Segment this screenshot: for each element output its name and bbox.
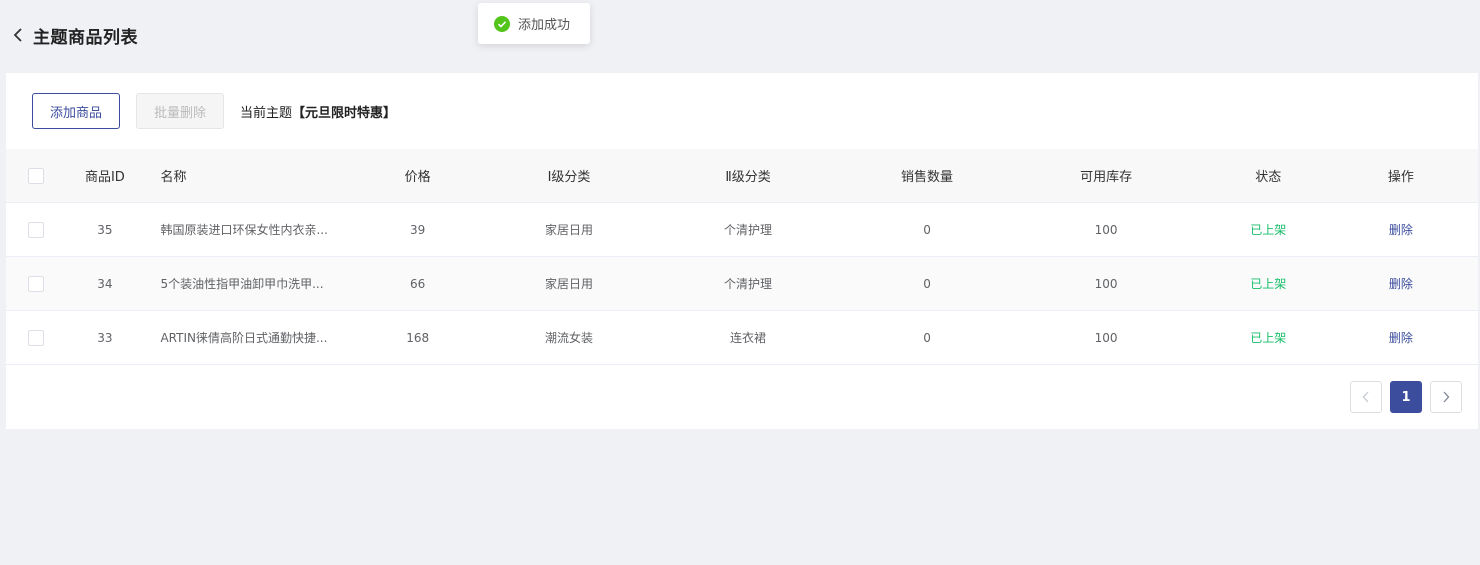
select-all-checkbox[interactable] (27, 167, 44, 184)
chevron-left-icon (1362, 391, 1369, 403)
product-price: 66 (410, 276, 426, 291)
toast-message: 添加成功 (518, 18, 571, 33)
sales-count: 0 (923, 330, 931, 345)
theme-name: 【元旦限时特惠】 (292, 105, 397, 121)
page-header: 主题商品列表 (0, 0, 1480, 70)
add-product-button[interactable]: 添加商品 (32, 93, 120, 129)
column-header: 价格 (404, 170, 431, 185)
column-header: 状态 (1255, 170, 1282, 185)
product-table: 商品ID 名称 价格 Ⅰ级分类 Ⅱ级分类 销售数量 可用库存 状态 操作 35 … (6, 149, 1478, 365)
category-level-1: 家居日用 (544, 223, 593, 237)
row-checkbox[interactable] (27, 221, 44, 238)
column-header: 销售数量 (901, 170, 954, 185)
column-header: 操作 (1387, 170, 1414, 185)
product-id: 35 (97, 222, 113, 237)
column-header: Ⅰ级分类 (547, 170, 591, 185)
product-name: 韩国原装进口环保女性内衣亲... (160, 223, 328, 237)
product-name: ARTIN徕倩高阶日式通勤快捷... (160, 331, 328, 345)
row-checkbox[interactable] (27, 275, 44, 292)
available-stock: 100 (1094, 222, 1118, 237)
next-page-button[interactable] (1430, 381, 1462, 413)
page-title: 主题商品列表 (33, 27, 138, 48)
status-badge: 已上架 (1250, 277, 1287, 291)
category-level-1: 潮流女装 (544, 331, 593, 345)
toolbar: 添加商品 批量删除 当前主题 【元旦限时特惠】 (32, 93, 396, 129)
table-row: 33 ARTIN徕倩高阶日式通勤快捷... 168 潮流女装 连衣裙 0 100… (6, 311, 1478, 365)
product-price: 39 (410, 222, 426, 237)
product-id: 33 (97, 330, 113, 345)
page-number-button[interactable]: 1 (1390, 381, 1422, 413)
table-row: 35 韩国原装进口环保女性内衣亲... 39 家居日用 个清护理 0 100 已… (6, 203, 1478, 257)
batch-delete-button[interactable]: 批量删除 (136, 93, 224, 129)
category-level-1: 家居日用 (544, 277, 593, 291)
theme-prefix: 当前主题 (240, 105, 293, 121)
category-level-2: 连衣裙 (730, 331, 767, 345)
delete-link[interactable]: 删除 (1389, 329, 1413, 346)
category-level-2: 个清护理 (724, 223, 773, 237)
column-header: 商品ID (84, 170, 125, 185)
prev-page-button[interactable] (1350, 381, 1382, 413)
row-checkbox[interactable] (27, 329, 44, 346)
category-level-2: 个清护理 (724, 277, 773, 291)
chevron-right-icon (1443, 391, 1450, 403)
status-badge: 已上架 (1250, 223, 1287, 237)
success-toast: 添加成功 (478, 3, 590, 44)
product-name: 5个装油性指甲油卸甲巾洗甲... (160, 277, 324, 291)
column-header: 可用库存 (1080, 170, 1133, 185)
column-header: Ⅱ级分类 (725, 170, 771, 185)
available-stock: 100 (1094, 276, 1118, 291)
product-id: 34 (97, 276, 113, 291)
check-circle-icon (494, 15, 510, 32)
available-stock: 100 (1094, 330, 1118, 345)
product-price: 168 (406, 330, 430, 345)
pagination: 1 (1342, 381, 1462, 413)
table-header: 商品ID 名称 价格 Ⅰ级分类 Ⅱ级分类 销售数量 可用库存 状态 操作 (6, 149, 1478, 203)
chevron-left-icon[interactable] (12, 27, 26, 43)
table-row: 34 5个装油性指甲油卸甲巾洗甲... 66 家居日用 个清护理 0 100 已… (6, 257, 1478, 311)
current-theme: 当前主题 【元旦限时特惠】 (240, 102, 396, 121)
delete-link[interactable]: 删除 (1389, 221, 1413, 238)
sales-count: 0 (923, 276, 931, 291)
delete-link[interactable]: 删除 (1389, 275, 1413, 292)
sales-count: 0 (923, 222, 931, 237)
status-badge: 已上架 (1250, 331, 1287, 345)
column-header: 名称 (160, 170, 187, 185)
content-card: 添加商品 批量删除 当前主题 【元旦限时特惠】 商品ID 名称 价格 Ⅰ级分类 … (6, 73, 1478, 429)
